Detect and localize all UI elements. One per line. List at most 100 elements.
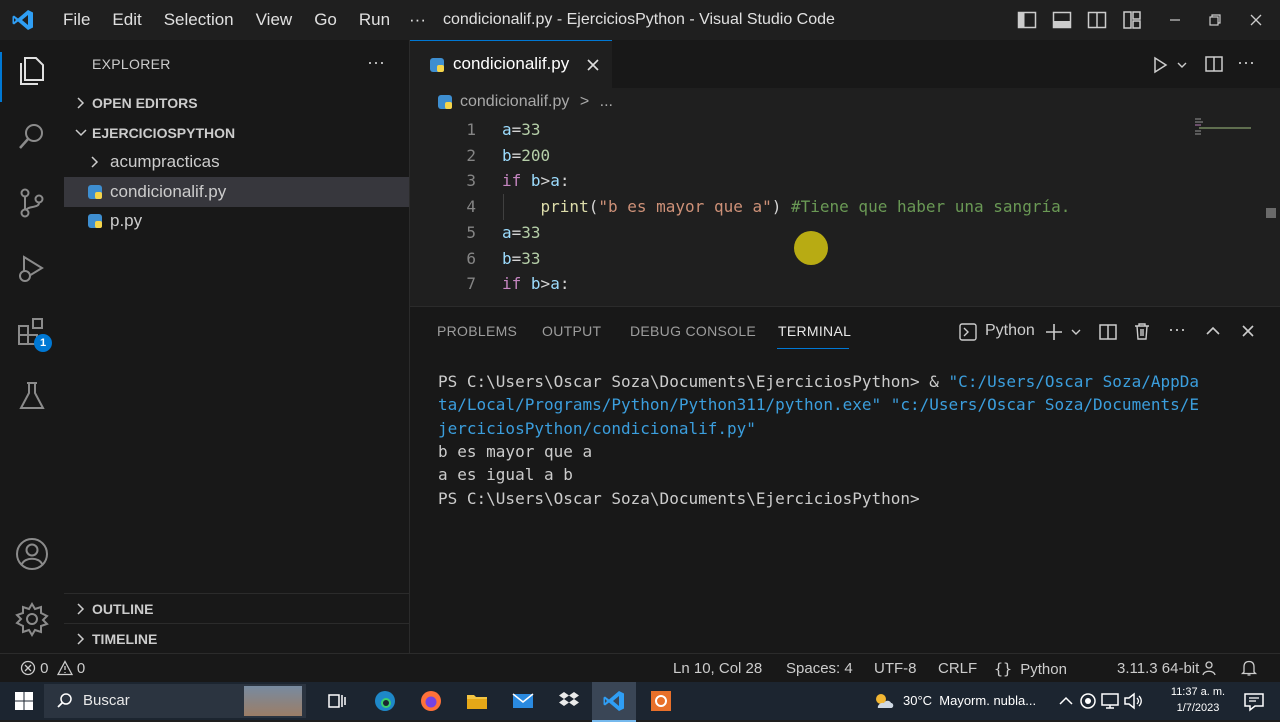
source-control-icon[interactable] [14,185,50,221]
split-terminal-icon[interactable] [1099,323,1117,341]
mail-icon[interactable] [511,689,535,713]
customize-layout-icon[interactable] [1122,10,1142,30]
tree-item-condicionalif[interactable]: condicionalif.py [64,177,409,207]
extensions-button[interactable]: 1 [14,315,52,352]
breadcrumb-more[interactable]: ... [600,93,613,110]
volume-icon[interactable] [1121,689,1145,713]
settings-gear-icon[interactable] [14,601,50,637]
chevron-right-icon [77,633,85,645]
menu-run[interactable]: Run [348,0,401,40]
tab-terminal[interactable]: TERMINAL [778,323,851,339]
panel-more-button[interactable]: ··· [1168,319,1186,340]
run-file-icon[interactable] [1151,56,1169,74]
code-token: > [540,171,551,191]
scrollbar-thumb[interactable] [1266,208,1276,218]
problems-status[interactable]: 0 0 [20,660,85,677]
tab-label: condicionalif.py [453,54,570,73]
cursor-position[interactable]: Ln 10, Col 28 [673,660,762,677]
extensions-badge: 1 [34,334,52,352]
encoding[interactable]: UTF-8 [874,660,917,677]
indentation[interactable]: Spaces: 4 [786,660,853,677]
toggle-sidebar-icon[interactable] [1017,10,1037,30]
code-editor[interactable]: condicionalif.py > ... 1 a=33 2 b=200 3 if b>… [410,88,1280,306]
menu-view[interactable]: View [245,0,304,40]
run-debug-icon[interactable] [14,250,50,286]
terminal-line: jerciciosPython/condicionalif.py" [438,417,756,440]
explorer-icon[interactable] [14,53,50,89]
weather-text[interactable]: 30°C Mayorm. nubla... [903,693,1036,708]
python-file-icon [88,214,102,228]
tab-debug-console[interactable]: DEBUG CONSOLE [630,323,756,339]
end-of-line[interactable]: CRLF [938,660,977,677]
editor-tab-bar: condicionalif.py ··· [410,40,1280,89]
braces-icon: {} [994,660,1013,678]
vscode-taskbar-active[interactable] [592,682,636,722]
network-icon[interactable] [1098,689,1122,713]
taskbar-search-box[interactable]: Buscar [44,684,306,718]
search-icon[interactable] [14,119,50,155]
warning-count: 0 [76,660,86,677]
open-editors-section[interactable]: OPEN EDITORS [64,88,409,118]
sidebar-more-button[interactable]: ··· [367,52,385,73]
tree-item-p[interactable]: p.py [64,206,409,236]
bottom-panel: PROBLEMS OUTPUT DEBUG CONSOLE TERMINAL P… [410,306,1280,654]
language-mode[interactable]: {} Python [994,660,1067,678]
terminal-line: PS C:\Users\Oscar Soza\Documents\Ejercic… [438,487,920,510]
feedback-icon[interactable] [1200,659,1218,677]
tab-problems[interactable]: PROBLEMS [437,323,517,339]
toggle-secondary-sidebar-icon[interactable] [1087,10,1107,30]
split-editor-icon[interactable] [1205,55,1223,73]
terminal-dropdown-chevron-icon[interactable] [1070,326,1082,338]
windows-start-icon[interactable] [12,689,36,713]
kill-terminal-trash-icon[interactable] [1133,322,1151,340]
breadcrumb: condicionalif.py > ... [438,93,613,115]
tab-output[interactable]: OUTPUT [542,323,601,339]
menu-edit[interactable]: Edit [101,0,152,40]
show-hidden-icons-chevron-icon[interactable] [1054,689,1078,713]
maximize-panel-chevron-up-icon[interactable] [1205,323,1221,339]
menu-overflow-button[interactable]: ··· [398,0,437,40]
close-tab-icon[interactable] [585,57,601,73]
timeline-section[interactable]: TIMELINE [64,623,409,654]
clock[interactable]: 11:37 a. m. 1/7/2023 [1158,684,1238,716]
menu-selection[interactable]: Selection [153,0,245,40]
minimize-icon[interactable] [1165,10,1185,30]
menu-go[interactable]: Go [303,0,348,40]
accounts-icon[interactable] [14,536,50,572]
open-editors-label: OPEN EDITORS [92,95,198,111]
edge-browser-icon[interactable] [373,689,397,713]
camtasia-recorder-icon[interactable] [649,689,673,713]
line-code: if b>a: [502,271,569,297]
interpreter-version[interactable]: 3.11.3 64-bit [1117,660,1199,677]
search-icon [57,693,72,708]
line-code: if b>a: [502,168,569,194]
outline-section[interactable]: OUTLINE [64,593,409,624]
terminal-output[interactable]: PS C:\Users\Oscar Soza\Documents\Ejercic… [410,370,1280,650]
new-terminal-icon[interactable] [1045,323,1063,341]
notifications-bell-icon[interactable] [1240,659,1258,677]
tab-condicionalif[interactable]: condicionalif.py [410,40,612,89]
code-token: if [502,171,522,191]
tree-item-acumpracticas[interactable]: acumpracticas [64,147,409,177]
chevron-right-icon [77,97,85,109]
testing-icon[interactable] [14,378,50,414]
close-panel-icon[interactable] [1240,323,1256,339]
task-view-icon[interactable] [325,689,349,713]
breadcrumb-file[interactable]: condicionalif.py [460,93,569,110]
firefox-icon[interactable] [419,689,443,713]
restore-icon[interactable] [1205,10,1225,30]
project-section[interactable]: EJERCICIOSPYTHON [64,118,409,148]
editor-more-button[interactable]: ··· [1237,52,1255,73]
toggle-panel-icon[interactable] [1052,10,1072,30]
code-token: b [502,248,512,268]
record-indicator-icon[interactable] [1076,689,1100,713]
notification-center-icon[interactable] [1242,689,1266,713]
run-dropdown-chevron-icon[interactable] [1176,59,1188,71]
code-token: ) [771,197,791,217]
terminal-shell-label[interactable]: Python [985,322,1035,340]
dropbox-icon[interactable] [557,689,581,713]
file-explorer-icon[interactable] [465,689,489,713]
close-window-icon[interactable] [1246,10,1266,30]
tree-item-label: condicionalif.py [110,182,227,201]
